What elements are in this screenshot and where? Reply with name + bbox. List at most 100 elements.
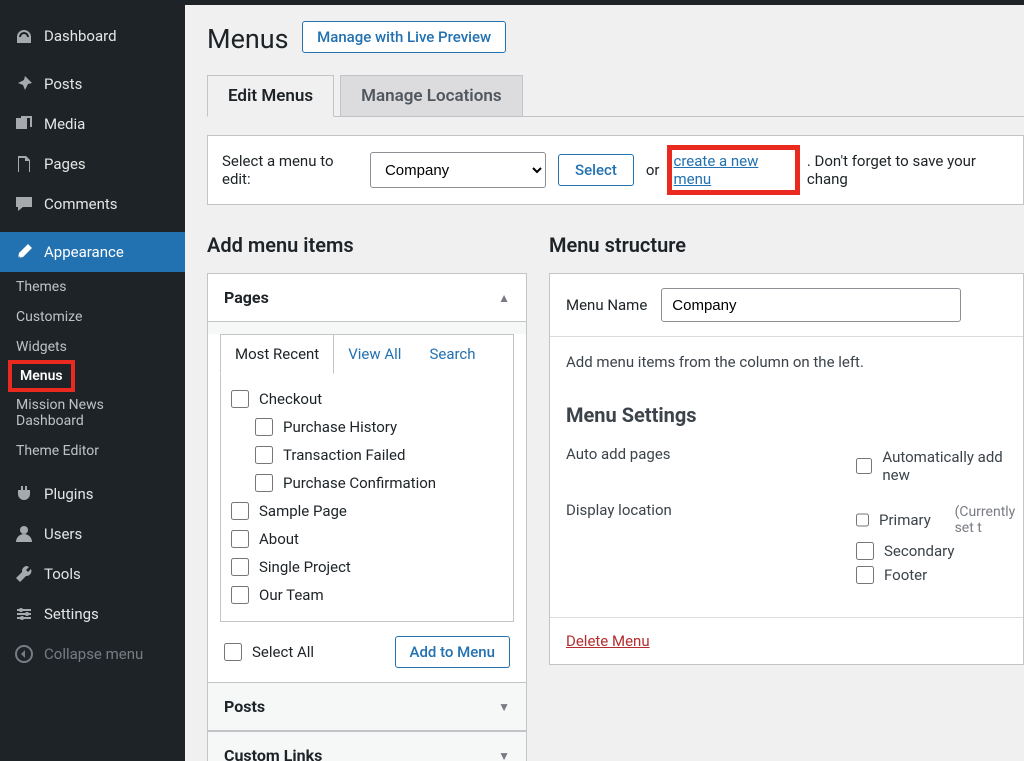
menu-select-bar: Select a menu to edit: Company Select or… (207, 135, 1024, 205)
select-button[interactable]: Select (558, 154, 634, 186)
sidebar-item-posts[interactable]: Posts (0, 64, 185, 104)
users-icon (14, 524, 34, 544)
admin-sidebar: Dashboard Posts Media Pages Comments App… (0, 0, 185, 761)
settings-icon (14, 604, 34, 624)
subtab-most-recent[interactable]: Most Recent (220, 334, 334, 374)
or-text: or (646, 161, 660, 179)
live-preview-button[interactable]: Manage with Live Preview (302, 21, 506, 53)
chevron-down-icon: ▼ (498, 700, 510, 714)
sidebar-item-dashboard[interactable]: Dashboard (0, 16, 185, 56)
sidebar-sub-themes[interactable]: Themes (0, 272, 185, 302)
nav-tabs: Edit Menus Manage Locations (207, 75, 1024, 117)
create-new-menu-link[interactable]: create a new menu (674, 152, 759, 188)
panel-title: Posts (224, 697, 265, 716)
empty-hint: Add menu items from the column on the le… (566, 353, 1007, 371)
collapse-icon (14, 644, 34, 664)
sidebar-label: Collapse menu (44, 645, 143, 663)
pages-list: Checkout Purchase History Transaction Fa… (220, 373, 514, 622)
sidebar-label: Plugins (44, 485, 93, 503)
tools-icon (14, 564, 34, 584)
sidebar-sub-menus[interactable]: Menus (10, 362, 73, 390)
sidebar-label: Pages (44, 155, 86, 173)
location-primary[interactable]: Primary (Currently set t (856, 501, 1020, 539)
page-checkbox[interactable] (231, 530, 249, 548)
structure-title: Menu structure (549, 233, 1024, 257)
menu-name-label: Menu Name (566, 296, 647, 314)
page-item[interactable]: Purchase Confirmation (231, 469, 503, 497)
menu-settings-title: Menu Settings (566, 403, 1007, 427)
sidebar-label: Tools (44, 565, 81, 583)
sidebar-item-comments[interactable]: Comments (0, 184, 185, 224)
sidebar-sub-mission-news[interactable]: Mission News Dashboard (0, 390, 185, 436)
sidebar-item-media[interactable]: Media (0, 104, 185, 144)
sidebar-item-users[interactable]: Users (0, 514, 185, 554)
sidebar-collapse[interactable]: Collapse menu (0, 634, 185, 674)
sidebar-sub-widgets[interactable]: Widgets (0, 332, 185, 362)
sidebar-item-settings[interactable]: Settings (0, 594, 185, 634)
tab-edit-menus[interactable]: Edit Menus (207, 75, 334, 117)
menu-select[interactable]: Company (370, 152, 546, 188)
panel-custom-links-header[interactable]: Custom Links ▼ (208, 731, 526, 761)
panel-title: Pages (224, 288, 269, 307)
sidebar-item-appearance[interactable]: Appearance (0, 232, 185, 272)
page-item[interactable]: Checkout (231, 385, 503, 413)
add-items-title: Add menu items (207, 233, 527, 257)
page-checkbox[interactable] (231, 502, 249, 520)
add-to-menu-button[interactable]: Add to Menu (395, 636, 510, 668)
display-location-label: Display location (566, 501, 856, 587)
page-item[interactable]: Single Project (231, 553, 503, 581)
location-secondary[interactable]: Secondary (856, 539, 1020, 563)
panel-title: Custom Links (224, 746, 322, 761)
panel-pages-header[interactable]: Pages ▲ (208, 274, 526, 322)
location-footer[interactable]: Footer (856, 563, 1020, 587)
media-icon (14, 114, 34, 134)
subtab-view-all[interactable]: View All (334, 335, 415, 373)
sidebar-label: Settings (44, 605, 99, 623)
page-checkbox[interactable] (255, 418, 273, 436)
auto-add-option[interactable]: Automatically add new (856, 445, 1020, 487)
auto-add-label: Auto add pages (566, 445, 856, 487)
main-content: Menus Manage with Live Preview Edit Menu… (185, 0, 1024, 761)
select-all-checkbox[interactable] (224, 643, 242, 661)
sidebar-item-plugins[interactable]: Plugins (0, 474, 185, 514)
accordion: Pages ▲ Most Recent View All Search Chec… (207, 273, 527, 761)
pages-icon (14, 154, 34, 174)
dashboard-icon (14, 26, 34, 46)
sidebar-label: Posts (44, 75, 82, 93)
sidebar-label: Dashboard (44, 27, 117, 45)
location-checkbox[interactable] (856, 542, 874, 560)
page-checkbox[interactable] (231, 586, 249, 604)
sidebar-label: Comments (44, 195, 118, 213)
menu-structure-column: Menu structure Menu Name Add menu items … (549, 233, 1024, 761)
select-all-row[interactable]: Select All (224, 638, 314, 666)
sidebar-sub-customize[interactable]: Customize (0, 302, 185, 332)
page-item[interactable]: Purchase History (231, 413, 503, 441)
delete-menu-link[interactable]: Delete Menu (566, 632, 650, 650)
menu-name-input[interactable] (661, 288, 961, 322)
brush-icon (14, 242, 34, 262)
sidebar-label: Appearance (44, 243, 124, 261)
page-item[interactable]: About (231, 525, 503, 553)
comments-icon (14, 194, 34, 214)
page-item[interactable]: Our Team (231, 581, 503, 609)
page-checkbox[interactable] (255, 474, 273, 492)
add-menu-items-column: Add menu items Pages ▲ Most Recent View … (207, 233, 527, 761)
panel-posts-header[interactable]: Posts ▼ (208, 682, 526, 731)
sidebar-label: Media (44, 115, 85, 133)
page-item[interactable]: Transaction Failed (231, 441, 503, 469)
page-checkbox[interactable] (255, 446, 273, 464)
page-item[interactable]: Sample Page (231, 497, 503, 525)
page-checkbox[interactable] (231, 390, 249, 408)
chevron-up-icon: ▲ (498, 291, 510, 305)
create-menu-highlight: create a new menu (672, 150, 795, 190)
sidebar-item-pages[interactable]: Pages (0, 144, 185, 184)
location-checkbox[interactable] (856, 511, 869, 529)
tab-manage-locations[interactable]: Manage Locations (340, 75, 522, 117)
sidebar-sub-theme-editor[interactable]: Theme Editor (0, 436, 185, 466)
page-checkbox[interactable] (231, 558, 249, 576)
pages-subtabs: Most Recent View All Search (220, 334, 514, 373)
subtab-search[interactable]: Search (415, 335, 489, 373)
location-checkbox[interactable] (856, 566, 874, 584)
sidebar-item-tools[interactable]: Tools (0, 554, 185, 594)
auto-add-checkbox[interactable] (856, 457, 872, 475)
